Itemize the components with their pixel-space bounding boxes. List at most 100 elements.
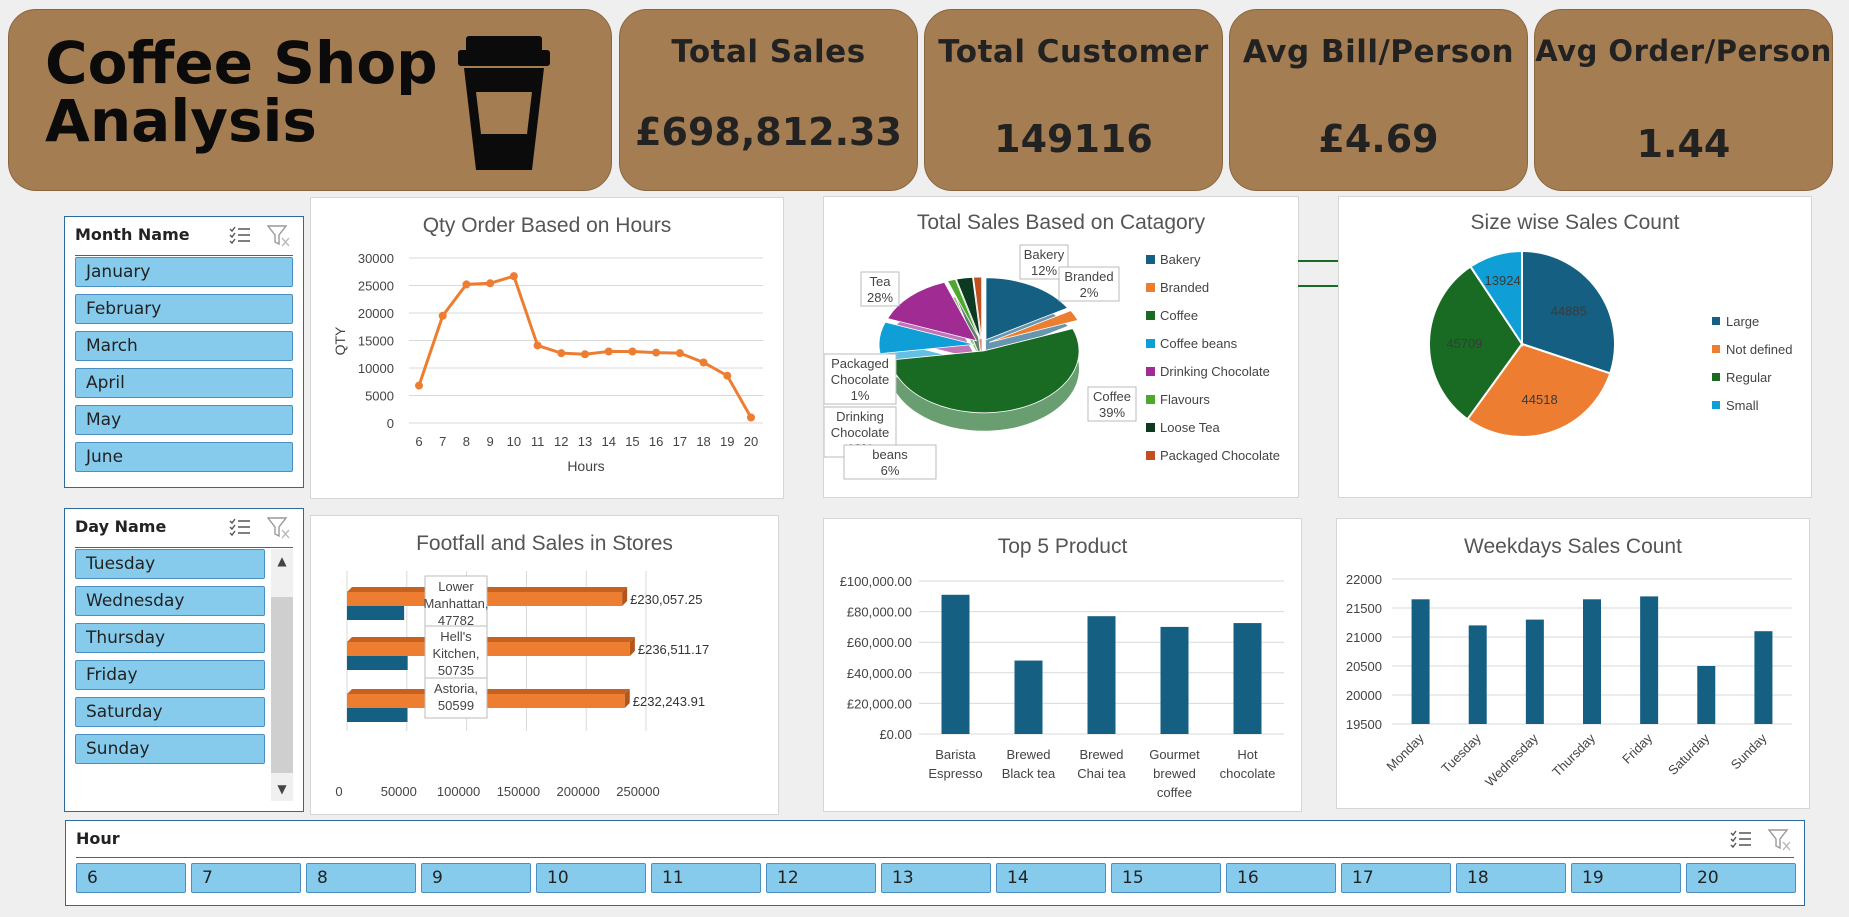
legend-swatch: [1146, 395, 1155, 404]
bar-top: [347, 689, 630, 694]
data-label: Drinking: [836, 409, 884, 424]
clear-filter-icon[interactable]: [267, 517, 291, 539]
hour-item[interactable]: 16: [1226, 863, 1336, 893]
hour-item[interactable]: 15: [1111, 863, 1221, 893]
multi-select-icon[interactable]: [229, 225, 251, 245]
x-tick-label: Monday: [1383, 730, 1427, 774]
x-tick-label: 0: [335, 784, 342, 799]
data-label: 1%: [851, 388, 870, 403]
multi-select-icon[interactable]: [229, 517, 251, 537]
x-tick-label: 8: [463, 434, 470, 449]
kpi-card-avg-order: Avg Order/Person 1.44: [1534, 9, 1833, 191]
day-item-thursday[interactable]: Thursday: [75, 623, 265, 653]
title-line-1: Coffee Shop: [45, 29, 438, 97]
legend-label: Large: [1726, 314, 1759, 329]
data-point: [462, 280, 471, 289]
connector-lines: [1298, 260, 1338, 287]
hour-item[interactable]: 13: [881, 863, 991, 893]
y-axis-title: QTY: [332, 326, 348, 355]
bar: [1014, 660, 1043, 734]
clear-filter-icon[interactable]: [1768, 829, 1792, 851]
multi-select-icon[interactable]: [1730, 829, 1752, 849]
legend-label: Branded: [1160, 280, 1209, 295]
y-tick-label: 20500: [1346, 659, 1382, 674]
y-tick-label: 22000: [1346, 572, 1382, 587]
scroll-up-icon[interactable]: ▲: [271, 549, 293, 573]
legend-label: Bakery: [1160, 252, 1201, 267]
data-label: Lower: [438, 579, 474, 594]
month-item-march[interactable]: March: [75, 331, 293, 361]
x-tick-label: Espresso: [928, 766, 982, 781]
x-tick-label: Chai tea: [1077, 766, 1126, 781]
x-tick-label: Saturday: [1665, 730, 1713, 778]
hour-slicer-title: Hour: [76, 829, 120, 848]
data-label: Chocolate: [831, 372, 890, 387]
legend-label: Packaged Chocolate: [1160, 448, 1280, 463]
footfall-bar: [347, 708, 408, 722]
data-label: 6%: [881, 463, 900, 478]
hour-item[interactable]: 17: [1341, 863, 1451, 893]
legend-label: Regular: [1726, 370, 1772, 385]
y-tick-label: 5000: [365, 389, 394, 404]
bar: [1233, 623, 1262, 734]
slicer-divider: [76, 857, 1794, 858]
x-tick-label: 11: [531, 434, 545, 449]
month-item-may[interactable]: May: [75, 405, 293, 435]
hour-item[interactable]: 12: [766, 863, 876, 893]
data-point: [415, 381, 423, 390]
y-tick-label: £100,000.00: [840, 574, 912, 589]
scroll-down-icon[interactable]: ▼: [271, 777, 293, 801]
data-point: [486, 279, 495, 288]
data-label: Chocolate: [831, 425, 890, 440]
hour-item[interactable]: 9: [421, 863, 531, 893]
hour-item[interactable]: 14: [996, 863, 1106, 893]
data-point: [723, 371, 732, 380]
hour-item[interactable]: 11: [651, 863, 761, 893]
x-tick-label: Black tea: [1002, 766, 1056, 781]
x-tick-label: Sunday: [1728, 730, 1770, 772]
legend-swatch: [1712, 317, 1720, 325]
day-item-sunday[interactable]: Sunday: [75, 734, 265, 764]
month-item-february[interactable]: February: [75, 294, 293, 324]
bar: [1087, 616, 1116, 734]
data-label: 44518: [1522, 392, 1558, 407]
hour-item[interactable]: 6: [76, 863, 186, 893]
hour-item[interactable]: 19: [1571, 863, 1681, 893]
data-label: Bakery: [1024, 247, 1065, 262]
month-item-june[interactable]: June: [75, 442, 293, 472]
y-tick-label: 20000: [358, 306, 394, 321]
x-tick-label: Gourmet: [1149, 747, 1200, 762]
day-item-friday[interactable]: Friday: [75, 660, 265, 690]
x-tick-label: 16: [649, 434, 663, 449]
legend-label: Drinking Chocolate: [1160, 364, 1270, 379]
hour-item[interactable]: 8: [306, 863, 416, 893]
data-point: [652, 348, 661, 357]
day-item-saturday[interactable]: Saturday: [75, 697, 265, 727]
month-slicer: Month Name January February March April …: [64, 216, 304, 488]
hour-item[interactable]: 7: [191, 863, 301, 893]
data-label: 45709: [1446, 336, 1482, 351]
data-point: [581, 350, 589, 359]
hour-item[interactable]: 18: [1456, 863, 1566, 893]
kpi-title: Total Customer: [938, 34, 1209, 70]
scrollbar[interactable]: ▲ ▼: [271, 549, 293, 801]
data-point: [557, 349, 566, 358]
scroll-thumb[interactable]: [271, 597, 293, 773]
legend-swatch: [1712, 401, 1720, 409]
sales-bar: [347, 642, 630, 656]
data-label: Tea: [870, 274, 892, 289]
clear-filter-icon[interactable]: [267, 225, 291, 247]
kpi-card-avg-bill: Avg Bill/Person £4.69: [1229, 9, 1528, 191]
data-label: 2%: [1080, 285, 1099, 300]
bar: [1697, 666, 1716, 724]
x-tick-label: 17: [673, 434, 687, 449]
hour-item[interactable]: 10: [536, 863, 646, 893]
hour-item[interactable]: 20: [1686, 863, 1796, 893]
month-item-january[interactable]: January: [75, 257, 293, 287]
month-item-april[interactable]: April: [75, 368, 293, 398]
day-item-tuesday[interactable]: Tuesday: [75, 549, 265, 579]
legend-swatch: [1146, 423, 1155, 432]
data-label: Hell's: [440, 629, 472, 644]
data-label: 12%: [1031, 263, 1057, 278]
day-item-wednesday[interactable]: Wednesday: [75, 586, 265, 616]
